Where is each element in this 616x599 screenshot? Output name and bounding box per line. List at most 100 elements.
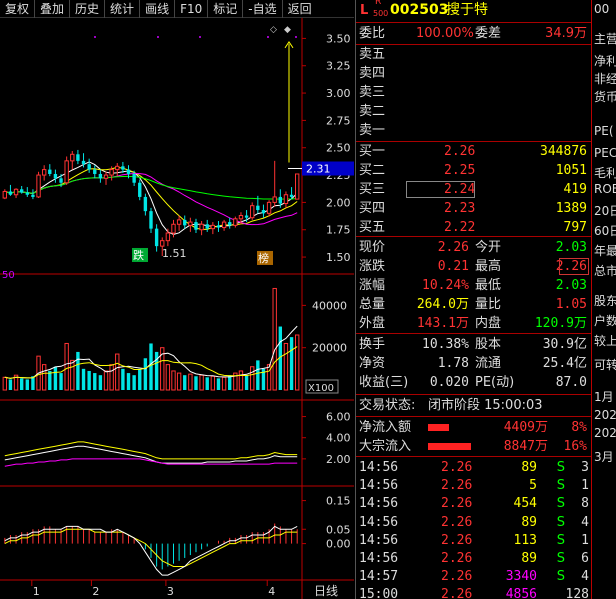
buy-level-label: 买五: [359, 220, 386, 235]
trade-status-value: 闭市阶段 15:00:03: [428, 398, 543, 413]
annotation-die: 跌: [133, 248, 144, 262]
kline-chart-svg[interactable]: 3.503.253.002.752.502.252.001.751.502.31…: [0, 18, 354, 599]
toolbar-overlay-button[interactable]: 叠加: [35, 0, 71, 18]
sell-level-label: 卖五: [359, 47, 386, 62]
tick-row: 14:56 2.26 113 S 1: [356, 531, 591, 550]
stat-label: 换手: [359, 337, 386, 352]
tick-count: 8: [581, 496, 589, 512]
macd-tick-label: 0.00: [326, 538, 351, 551]
price-tick-label: 2.00: [326, 196, 351, 209]
candle-body: [70, 153, 75, 162]
tick-row: 14:56 2.26 89 S 4: [356, 513, 591, 532]
volume-bar: [64, 342, 69, 391]
indicator-tick-label: 2.00: [326, 453, 351, 466]
info-strip-item: 净利: [594, 54, 616, 68]
toolbar-back-button[interactable]: 返回: [283, 0, 317, 18]
event-dot: [199, 36, 201, 38]
candle-body: [171, 223, 176, 234]
tick-row: 14:56 2.26 89 S 3: [356, 458, 591, 477]
flow-bar: [428, 424, 449, 431]
volume-bar: [8, 379, 13, 390]
price-tick-label: 3.50: [326, 32, 351, 45]
tick-price: 2.26: [441, 460, 473, 475]
sell-level-label: 卖二: [359, 104, 386, 119]
candle-body: [2, 190, 7, 199]
stat-value: 30.9亿: [542, 337, 587, 352]
flow-pct: 16%: [563, 439, 587, 454]
candle-body: [64, 160, 69, 184]
candle-body: [143, 196, 148, 212]
flow-amount: 4409万: [503, 420, 548, 435]
info-strip-item: 年最: [594, 244, 616, 258]
tick-row: 15:00 2.26 4856 128: [356, 585, 591, 599]
stock-header: L R 500 002503 搜于特: [356, 0, 591, 21]
candle-body: [183, 219, 187, 226]
tick-volume: 113: [513, 532, 537, 548]
sell-level-label: 卖三: [359, 85, 386, 100]
stat-row: 换手 10.38% 股本 30.9亿: [356, 335, 591, 354]
stat-label: 外盘: [359, 316, 386, 331]
toolbar-history-button[interactable]: 历史: [70, 0, 106, 18]
volume-bar: [283, 342, 289, 391]
volume-bar: [165, 364, 171, 391]
macd-tick-label: 0.05: [326, 523, 351, 536]
tick-count: 1: [581, 478, 589, 494]
kline-chart-area[interactable]: 3.50 3.25 3.00 2.75 2.50 2.25 2.00 1.75 1.50 2.31…: [0, 18, 354, 599]
x-tick-label: 3: [167, 585, 174, 598]
toolbar-restore-rights-button[interactable]: 复权: [0, 0, 36, 18]
volume-tick-label: 40000: [312, 299, 347, 312]
stat-row: 总量 264.0万 量比 1.05: [356, 295, 591, 314]
info-strip-item: ROE: [594, 182, 616, 196]
tick-count: 1: [581, 532, 589, 548]
divider: [356, 456, 591, 457]
stat-row: 收益(三) 0.020 PE(动) 87.0: [356, 373, 591, 392]
volume-bar: [199, 374, 204, 391]
candle-body: [121, 166, 125, 170]
tick-row: 14:57 2.26 3340 S 4: [356, 567, 591, 586]
volume-bar: [188, 373, 193, 391]
stat-row: 涨跌 0.21 最高 2.26: [356, 257, 591, 276]
diamond-icon: ◆: [284, 25, 291, 35]
indicator-tick-label: 4.00: [326, 432, 351, 445]
divider: [356, 394, 591, 395]
stat-value: 143.1万: [416, 316, 469, 331]
candle-body: [115, 165, 120, 171]
toolbar-watchlist-button[interactable]: -自选: [243, 0, 283, 18]
candle-body: [31, 194, 35, 197]
volume-bar: [171, 370, 176, 391]
candle-body: [199, 223, 204, 231]
tick-time: 14:56: [359, 478, 399, 494]
low-price-label: 1.51: [162, 247, 187, 260]
toolbar-mark-button[interactable]: 标记: [208, 0, 244, 18]
candle-body: [81, 160, 86, 165]
candle-body: [205, 224, 209, 229]
tick-volume: 454: [513, 496, 537, 512]
chart-toolbar: 复权 叠加 历史 统计 画线 F10 标记 -自选 返回: [0, 0, 354, 18]
sell-row: 卖二: [356, 102, 591, 121]
event-dot: [295, 36, 297, 38]
flow-label: 大宗流入: [359, 439, 412, 454]
candle-body: [109, 169, 114, 176]
f10-info-strip[interactable]: 00 主营净利非经货币 PE(PEC 毛利 ROE 20日 60日年最总市股东户数较上可转 1…: [591, 0, 616, 599]
toolbar-statistics-button[interactable]: 统计: [105, 0, 141, 18]
candle-body: [188, 221, 193, 226]
toolbar-f10-button[interactable]: F10: [175, 0, 209, 18]
stat-label: 涨幅: [359, 278, 386, 293]
volume-bar: [103, 370, 109, 391]
tick-count: 3: [581, 460, 589, 475]
candle-body: [103, 174, 109, 179]
stat-label: 流通: [475, 356, 502, 371]
quote-panel: L R 500 002503 搜于特 委比 100.00% 委差 34.9万 卖…: [355, 0, 591, 599]
price-tick-label: 1.75: [326, 224, 351, 237]
tick-volume: 89: [521, 551, 537, 566]
toolbar-draw-line-button[interactable]: 画线: [140, 0, 176, 18]
candle-body: [76, 154, 80, 161]
volume-bar: [143, 358, 148, 390]
candle-body: [261, 210, 266, 214]
tick-row: 14:56 2.26 89 S 6: [356, 549, 591, 568]
buy-row: 买五 2.22 797: [356, 218, 591, 237]
period-label: 日线: [314, 584, 338, 598]
price-tick-label: 3.00: [326, 87, 351, 100]
stat-value: 1.78: [437, 356, 469, 371]
candle-body: [233, 218, 238, 226]
